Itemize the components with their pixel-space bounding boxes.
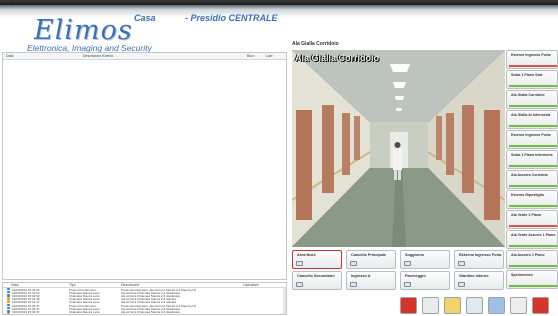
events-col-description[interactable]: Descrizione Evento bbox=[83, 54, 113, 58]
zone-label: Ala Verde 1 Piano bbox=[511, 213, 542, 217]
zone-label: Esterno Ingresso Porta bbox=[511, 133, 551, 137]
camera-button-soggiorno[interactable]: Soggiorno bbox=[400, 250, 450, 269]
camera-icon bbox=[404, 261, 411, 266]
camera-button-label: Area Nuce bbox=[297, 253, 316, 257]
zone-label: Esterno Ingresso Porta bbox=[511, 53, 551, 57]
log-col-operator[interactable]: Operatore bbox=[243, 283, 259, 287]
camera-icon bbox=[296, 282, 303, 287]
header-presidio: - Presidio CENTRALE bbox=[185, 13, 278, 23]
log-cell-date: 19/03/2010 15:03:35 bbox=[12, 313, 40, 314]
zone-button[interactable]: Ala Azzurra Corridoio bbox=[506, 170, 558, 189]
events-table[interactable]: Data Descrizione Evento Buro Lavi bbox=[2, 52, 287, 280]
zone-status-bar bbox=[509, 65, 557, 67]
camera-icon bbox=[350, 282, 357, 287]
zone-label: Scala 1 Piano Sale bbox=[511, 73, 543, 77]
magnifier-icon[interactable] bbox=[466, 297, 483, 314]
warning-icon bbox=[7, 313, 10, 314]
camera-icon bbox=[350, 261, 357, 266]
zone-button[interactable]: Scala 1 Piano Sale bbox=[506, 70, 558, 89]
log-cell-type: Chiamata Stanza Letto bbox=[69, 313, 100, 314]
camera-overlay-label: Ala Gialla Corridoio bbox=[295, 53, 380, 63]
zone-label: Scala 1 Piano Infermeria bbox=[511, 153, 553, 157]
zone-button[interactable]: Esterno Ingresso Porta bbox=[506, 130, 558, 149]
zone-status-bar bbox=[509, 225, 557, 227]
document-icon[interactable] bbox=[422, 297, 439, 314]
camera-button-parcheggio[interactable]: Parcheggio bbox=[400, 271, 450, 290]
zone-status-bar bbox=[509, 185, 557, 187]
zone-status-bar bbox=[509, 165, 557, 167]
camera-icon bbox=[404, 282, 411, 287]
titlebar-text: · · · bbox=[3, 0, 10, 4]
zone-status-bar bbox=[509, 85, 557, 87]
info-icon bbox=[7, 287, 10, 291]
warning-icon bbox=[7, 300, 10, 304]
log-scrollbar[interactable] bbox=[283, 288, 286, 314]
camera-button-label: Soggiorno bbox=[405, 253, 424, 257]
zone-button[interactable]: Sperimenten bbox=[506, 270, 558, 289]
zone-button[interactable]: Esterno Ingresso Porta bbox=[506, 50, 558, 69]
zone-label: Esterno Ripostiglio bbox=[511, 193, 544, 197]
events-col-date[interactable]: Data bbox=[6, 54, 13, 58]
info-icon bbox=[7, 303, 10, 307]
camera-icon bbox=[458, 261, 465, 266]
zone-label: Ala Gialla Ai Infermeria bbox=[511, 113, 551, 117]
log-rows: 19/03/2010 15:33:52 Presenza Infermiere Pr… bbox=[3, 287, 286, 314]
zone-label: Ala Azzurra Corridoio bbox=[511, 173, 548, 177]
log-col-date[interactable]: Data bbox=[11, 283, 18, 287]
zone-button[interactable]: Ala Verde 1 Piano bbox=[506, 210, 558, 229]
mail-check-icon[interactable] bbox=[444, 297, 461, 314]
camera-icon bbox=[458, 282, 465, 287]
logo: Elimos bbox=[34, 15, 133, 46]
header-casa: Casa bbox=[134, 13, 156, 23]
corridor-image bbox=[292, 50, 505, 247]
events-col-lavi[interactable]: Lavi bbox=[266, 54, 272, 58]
zone-status-bar bbox=[509, 145, 557, 147]
events-table-header: Data Descrizione Evento Buro Lavi bbox=[3, 53, 286, 60]
zone-button[interactable]: Scala 1 Piano Infermeria bbox=[506, 150, 558, 169]
log-table[interactable]: Data Tipo Descrizione Operatore 19/03/20… bbox=[2, 282, 287, 315]
camera-button-label: Cancello Principale bbox=[351, 253, 387, 257]
camera-button-label: Giardino Interno bbox=[459, 274, 489, 278]
zone-button[interactable]: Esterno Ripostiglio bbox=[506, 190, 558, 209]
camera-view[interactable]: Ala Gialla Corridoio bbox=[292, 50, 505, 247]
alarm-panel-icon[interactable] bbox=[400, 297, 417, 314]
camera-button-cancello-principale[interactable]: Cancello Principale bbox=[346, 250, 396, 269]
zone-label: Sperimenten bbox=[511, 273, 533, 277]
monitor-icon[interactable] bbox=[488, 297, 505, 314]
camera-button-ingresso-porta[interactable]: Ekkerna Ingresso Porta bbox=[454, 250, 504, 269]
camera-button-cancello-secondario[interactable]: Cancello Secondario bbox=[292, 271, 342, 290]
camera-button-label: Cancello Secondario bbox=[297, 274, 335, 278]
zone-status-bar bbox=[509, 285, 557, 287]
camera-button-label: Ingresso A bbox=[351, 274, 371, 278]
camera-button-ingresso-a[interactable]: Ingresso A bbox=[346, 271, 396, 290]
log-row[interactable]: 19/03/2010 15:03:35 Chiamata Stanza Letto… bbox=[3, 313, 286, 314]
log-cell-desc: Ala Azzurra Chiamata Stanza 2-8 attivata bbox=[121, 313, 176, 314]
zone-button[interactable]: Ala Gialla Corridoio bbox=[506, 90, 558, 109]
zone-label: Ala Gialla Corridoio bbox=[511, 93, 545, 97]
camera-icon bbox=[296, 261, 303, 266]
zone-label: Ala Azzurro 1 Piano bbox=[511, 253, 545, 257]
zone-button[interactable]: Ala Verde Azzurro 1 Piano bbox=[506, 230, 558, 249]
zone-status-bar bbox=[509, 205, 557, 207]
zone-status-bar bbox=[509, 125, 557, 127]
camera-title: Ala Gialla Corridoio bbox=[292, 41, 339, 47]
power-icon[interactable] bbox=[532, 297, 549, 314]
zone-status-bar bbox=[509, 265, 557, 267]
pen-icon[interactable] bbox=[510, 297, 527, 314]
zone-status-bar bbox=[509, 245, 557, 247]
camera-button-label: Ekkerna Ingresso Porta bbox=[459, 253, 502, 257]
zone-button[interactable]: Ala Gialla Ai Infermeria bbox=[506, 110, 558, 129]
events-col-buro[interactable]: Buro bbox=[247, 54, 254, 58]
log-col-type[interactable]: Tipo bbox=[69, 283, 76, 287]
zone-label: Ala Verde Azzurro 1 Piano bbox=[511, 233, 556, 237]
camera-button-label: Parcheggio bbox=[405, 274, 426, 278]
zone-status-bar bbox=[509, 105, 557, 107]
log-col-description[interactable]: Descrizione bbox=[121, 283, 139, 287]
app-header: Elimos Elettronica, Imaging and Security… bbox=[0, 5, 558, 53]
camera-button-area-nuce[interactable]: Area Nuce bbox=[292, 250, 342, 269]
camera-button-giardino-interno[interactable]: Giardino Interno bbox=[454, 271, 504, 290]
zone-button[interactable]: Ala Azzurro 1 Piano bbox=[506, 250, 558, 269]
